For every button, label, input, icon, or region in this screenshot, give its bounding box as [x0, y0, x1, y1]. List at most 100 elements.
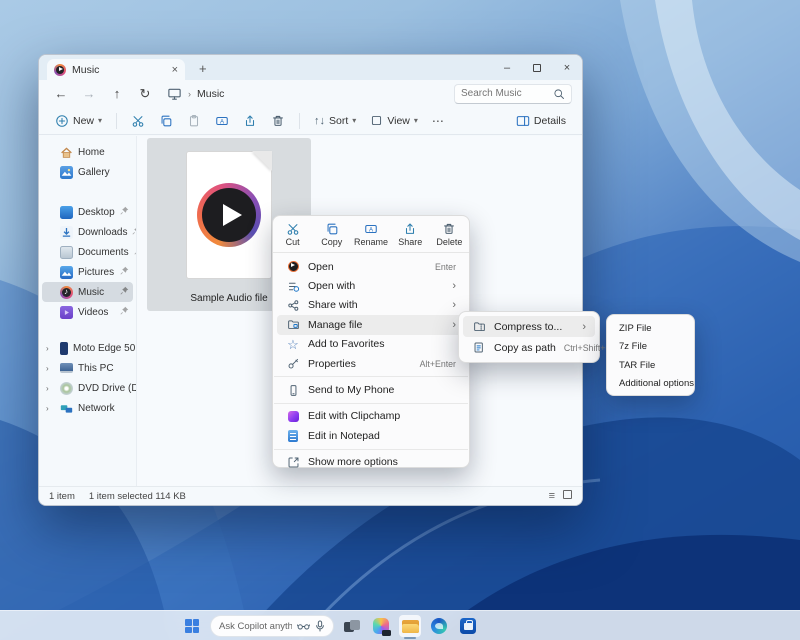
sidebar-item-network[interactable]: › Network — [42, 398, 133, 418]
menu-item-manage-file[interactable]: Manage file › — [277, 315, 465, 334]
delete-button[interactable] — [265, 109, 291, 133]
menu-item-label: ZIP File — [619, 323, 682, 334]
menu-item-label: TAR File — [619, 360, 682, 371]
star-icon: ☆ — [286, 338, 300, 351]
view-button[interactable]: View ▾ — [364, 109, 424, 133]
share-button[interactable] — [237, 109, 263, 133]
sidebar-item-pictures[interactable]: Pictures — [42, 262, 133, 282]
sidebar-item-label: Gallery — [78, 167, 110, 178]
submenu-item-additional-options[interactable]: Additional options — [611, 375, 690, 394]
manage-file-submenu: Compress to... › Copy as path Ctrl+Shift… — [458, 311, 600, 363]
sidebar-item-videos[interactable]: Videos — [42, 302, 133, 322]
copy-button[interactable] — [153, 109, 179, 133]
sidebar-item-downloads[interactable]: Downloads — [42, 222, 133, 242]
search-box[interactable] — [454, 84, 572, 104]
sidebar-item-moto-edge[interactable]: › Moto Edge 50 Neo — [42, 338, 133, 358]
cut-quick-button[interactable]: Cut — [274, 218, 311, 250]
share-quick-button[interactable]: Share — [392, 218, 429, 250]
new-button[interactable]: New ▾ — [49, 109, 108, 133]
menu-item-properties[interactable]: Properties Alt+Enter — [277, 354, 465, 373]
menu-item-show-more-options[interactable]: Show more options — [277, 453, 465, 472]
store-button[interactable] — [457, 615, 479, 637]
sidebar-item-desktop[interactable]: Desktop — [42, 202, 133, 222]
delete-quick-button[interactable]: Delete — [431, 218, 468, 250]
maximize-button[interactable] — [522, 55, 552, 80]
menu-item-open-with[interactable]: Open with › — [277, 276, 465, 295]
breadcrumb[interactable]: › Music — [167, 86, 450, 101]
sort-button[interactable]: ↑↓ Sort ▾ — [308, 109, 362, 133]
menu-item-share-with[interactable]: Share with › — [277, 296, 465, 315]
menu-item-label: Open with — [308, 280, 444, 292]
taskbar-icons: Ask Copilot anything — [181, 611, 479, 640]
submenu-item-compress-to[interactable]: Compress to... › — [463, 316, 595, 337]
tab-close-icon[interactable]: × — [172, 64, 178, 76]
refresh-button[interactable]: ↻ — [133, 83, 157, 105]
menu-item-label: Properties — [308, 358, 412, 370]
quick-action-label: Cut — [286, 237, 300, 247]
tab-title: Music — [72, 64, 99, 76]
cut-icon — [131, 114, 145, 128]
list-view-toggle[interactable]: ≡ — [549, 490, 555, 502]
submenu-item-tar-file[interactable]: TAR File — [611, 356, 690, 375]
menu-item-add-to-favorites[interactable]: ☆ Add to Favorites — [277, 335, 465, 354]
edge-button[interactable] — [428, 615, 450, 637]
menu-item-label: Send to My Phone — [308, 384, 456, 396]
tab-bar: Music × + – × — [39, 55, 582, 80]
notepad-icon — [286, 430, 300, 442]
rename-quick-button[interactable]: A Rename — [352, 218, 389, 250]
forward-button[interactable]: → — [77, 83, 101, 105]
page-fold-corner — [252, 151, 272, 171]
sidebar-item-label: DVD Drive (D:) CCC — [78, 383, 136, 394]
minimize-button[interactable]: – — [492, 55, 522, 80]
submenu-chevron-icon: › — [452, 299, 456, 311]
start-button[interactable] — [181, 615, 203, 637]
menu-item-edit-in-notepad[interactable]: Edit in Notepad — [277, 426, 465, 445]
submenu-item-7z-file[interactable]: 7z File — [611, 338, 690, 357]
details-button[interactable]: Details — [510, 109, 572, 133]
copilot-button[interactable] — [370, 615, 392, 637]
copy-icon — [159, 114, 173, 128]
search-input[interactable] — [461, 88, 549, 99]
menu-item-send-to-my-phone[interactable]: Send to My Phone — [277, 380, 465, 399]
network-icon — [60, 402, 73, 415]
submenu-item-zip-file[interactable]: ZIP File — [611, 319, 690, 338]
menu-item-open[interactable]: Open Enter — [277, 257, 465, 276]
back-button[interactable]: ← — [49, 83, 73, 105]
sidebar-item-gallery[interactable]: Gallery — [42, 162, 133, 182]
new-tab-button[interactable]: + — [199, 61, 207, 76]
menu-separator — [274, 449, 468, 450]
quick-action-label: Copy — [321, 237, 342, 247]
file-explorer-button[interactable] — [399, 615, 421, 637]
paste-button[interactable] — [181, 109, 207, 133]
taskbar-search[interactable]: Ask Copilot anything — [210, 615, 334, 637]
sidebar-item-dvd-drive[interactable]: › DVD Drive (D:) CCC — [42, 378, 133, 398]
taskbar-search-placeholder: Ask Copilot anything — [219, 621, 292, 632]
sidebar-item-documents[interactable]: Documents — [42, 242, 133, 262]
sidebar-item-home[interactable]: Home — [42, 142, 133, 162]
see-more-button[interactable]: ⋯ — [426, 109, 451, 133]
tab-music[interactable]: Music × — [47, 59, 185, 80]
close-button[interactable]: × — [552, 55, 582, 80]
sidebar-gap — [39, 182, 136, 202]
item-count: 1 item — [49, 491, 75, 502]
copy-quick-button[interactable]: Copy — [313, 218, 350, 250]
submenu-item-copy-as-path[interactable]: Copy as path Ctrl+Shift+C — [463, 337, 595, 358]
up-button[interactable]: ↑ — [105, 83, 129, 105]
play-triangle-icon — [223, 204, 242, 226]
taskbar: Ask Copilot anything — [0, 610, 800, 640]
cut-button[interactable] — [125, 109, 151, 133]
menu-item-edit-with-clipchamp[interactable]: Edit with Clipchamp — [277, 407, 465, 426]
sidebar-item-label: Downloads — [78, 227, 127, 238]
rename-button[interactable]: A — [209, 109, 235, 133]
task-view-button[interactable] — [341, 615, 363, 637]
icon-view-toggle[interactable] — [563, 490, 572, 502]
trash-icon — [442, 222, 456, 236]
sidebar-item-label: Music — [78, 287, 104, 298]
breadcrumb-location: Music — [197, 88, 224, 100]
sidebar-item-music[interactable]: ♪ Music — [42, 282, 133, 302]
media-player-icon — [286, 261, 300, 272]
sidebar-item-this-pc[interactable]: › This PC — [42, 358, 133, 378]
menu-item-label: Edit with Clipchamp — [308, 410, 456, 422]
copilot-icon — [373, 618, 389, 634]
compress-to-submenu: ZIP File 7z File TAR File Additional opt… — [606, 314, 695, 396]
